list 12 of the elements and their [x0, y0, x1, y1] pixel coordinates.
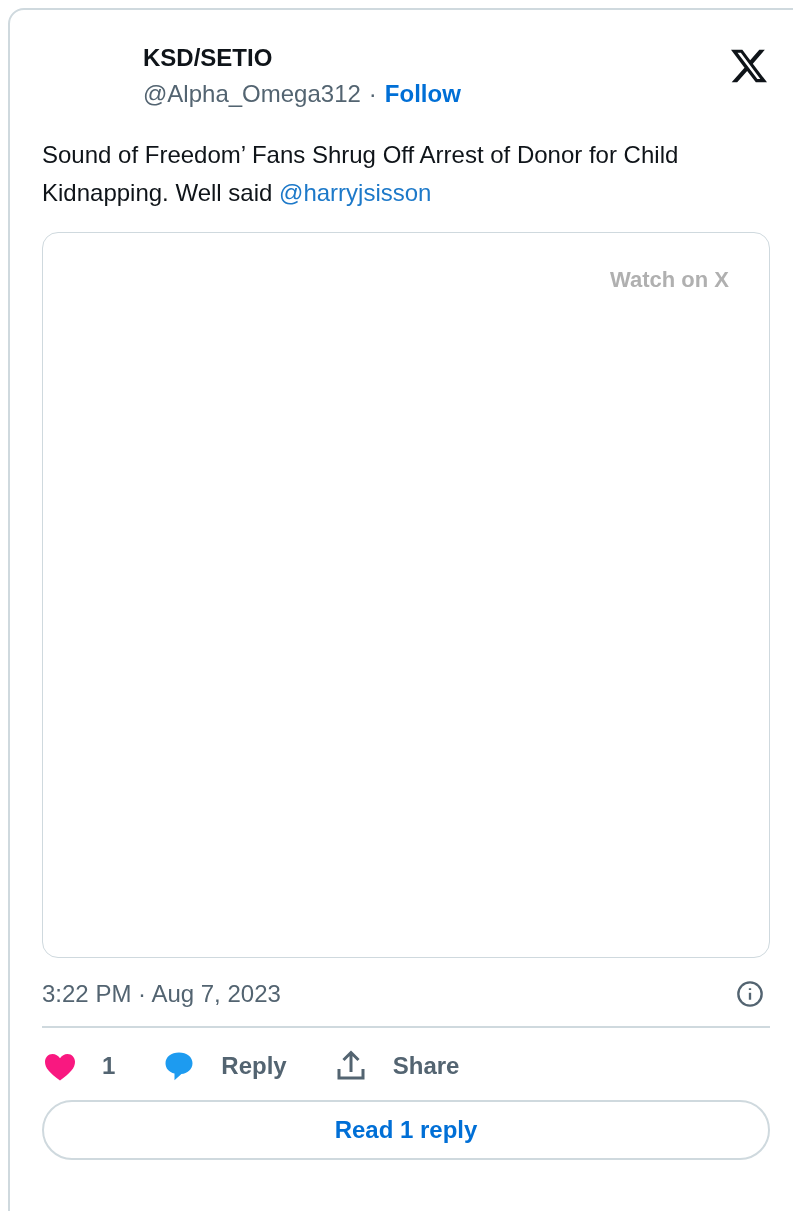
- separator-dot: ·: [368, 80, 377, 108]
- author-name: KSD/SETIO: [143, 44, 274, 72]
- author-handle: @Alpha_Omega312: [143, 80, 361, 108]
- timestamp[interactable]: 3:22 PM · Aug 7, 2023: [42, 980, 281, 1008]
- follow-link[interactable]: Follow: [384, 80, 461, 108]
- read-replies-button[interactable]: Read 1 reply: [42, 1100, 770, 1160]
- reply-button[interactable]: Reply: [161, 1048, 287, 1084]
- mention-link[interactable]: @harryjsisson: [279, 179, 432, 206]
- share-button[interactable]: Share: [332, 1048, 460, 1084]
- like-button[interactable]: 1: [42, 1048, 116, 1084]
- info-icon[interactable]: [736, 980, 764, 1008]
- tweet-text: Sound of Freedom’ Fans Shrug Off Arrest of Donor for Child Kidnapping. Well said @harryjsisson: [42, 140, 680, 208]
